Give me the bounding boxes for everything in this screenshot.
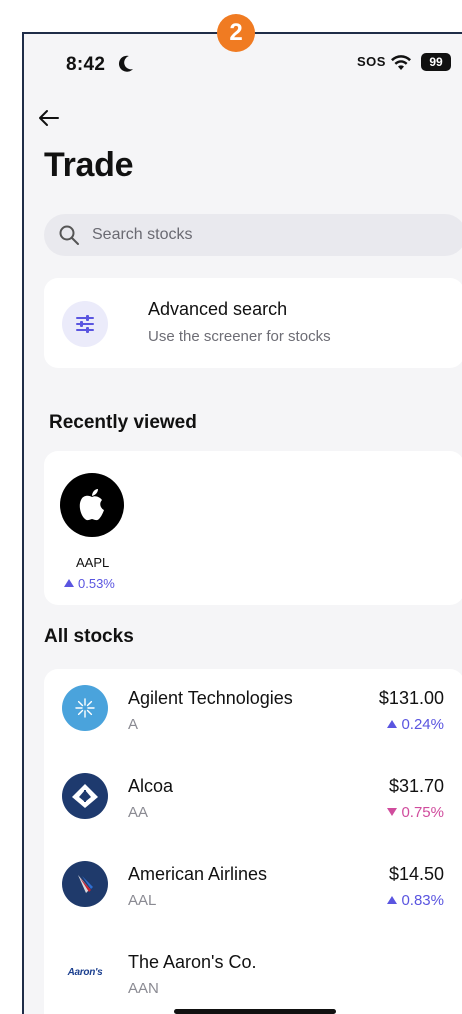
back-button[interactable] — [38, 100, 78, 136]
stock-row-alcoa[interactable]: Alcoa AA $31.70 0.75% — [44, 757, 462, 845]
stock-name: The Aaron's Co. — [128, 952, 257, 972]
stock-ticker: AAL — [128, 892, 157, 909]
triangle-up-icon — [64, 579, 74, 587]
search-bar[interactable] — [44, 214, 462, 256]
stock-price: $131.00 — [378, 688, 444, 708]
home-indicator — [174, 1009, 336, 1014]
arrow-left-icon — [39, 110, 59, 126]
advanced-search-card[interactable]: Advanced search Use the screener for sto… — [44, 278, 462, 368]
stock-change-value: 0.75% — [401, 804, 444, 821]
advanced-search-title: Advanced search — [148, 299, 288, 319]
american-airlines-logo — [62, 861, 108, 907]
agilent-logo — [62, 685, 108, 731]
triangle-down-icon — [387, 808, 398, 816]
recently-viewed-heading: Recently viewed — [49, 412, 197, 433]
sos-indicator: SOS — [357, 54, 386, 69]
recent-change: 0.53% — [64, 576, 115, 591]
stock-row-aarons[interactable]: Aaron's The Aaron's Co. AAN — [44, 933, 462, 1014]
stock-ticker: AA — [128, 804, 149, 821]
stock-name: Alcoa — [128, 776, 174, 796]
sliders-icon — [62, 301, 108, 347]
all-stocks-list: Agilent Technologies A $131.00 0.24% Alc… — [44, 669, 462, 1014]
stock-change: 0.75% — [387, 804, 444, 821]
triangle-up-icon — [387, 896, 398, 904]
triangle-up-icon — [387, 720, 398, 728]
recently-viewed-card: AAPL 0.53% — [44, 451, 462, 605]
phone-screen: 8:42 SOS 99 Trade Search stocks Advanced… — [22, 32, 462, 1014]
battery-indicator: 99 — [421, 53, 451, 71]
step-badge: 2 — [217, 14, 255, 52]
stock-change: 0.24% — [387, 716, 444, 733]
moon-icon — [118, 55, 133, 72]
stock-name: American Airlines — [128, 864, 268, 884]
stock-ticker: AAN — [128, 980, 159, 997]
recent-change-value: 0.53% — [78, 576, 115, 591]
recent-ticker: AAPL — [76, 555, 110, 570]
apple-logo — [60, 473, 124, 537]
search-input[interactable] — [90, 225, 394, 245]
stock-ticker: A — [128, 716, 139, 733]
stock-price: $14.50 — [388, 864, 444, 884]
stock-row-american-airlines[interactable]: American Airlines AAL $14.50 0.83% — [44, 845, 462, 933]
stock-change-value: 0.83% — [401, 892, 444, 909]
stock-change: 0.83% — [387, 892, 444, 909]
all-stocks-heading: All stocks — [44, 626, 134, 647]
alcoa-logo — [62, 773, 108, 819]
aarons-logo: Aaron's — [62, 949, 108, 995]
aarons-logo-text: Aaron's — [67, 966, 103, 978]
wifi-icon — [391, 55, 411, 70]
advanced-search-subtitle: Use the screener for stocks — [148, 328, 331, 345]
page-title: Trade — [44, 146, 134, 184]
status-time: 8:42 — [66, 54, 106, 75]
stock-price: $31.70 — [388, 776, 444, 796]
search-icon — [59, 225, 79, 245]
stock-row-agilent[interactable]: Agilent Technologies A $131.00 0.24% — [44, 669, 462, 757]
stock-name: Agilent Technologies — [128, 688, 293, 708]
stock-change-value: 0.24% — [401, 716, 444, 733]
